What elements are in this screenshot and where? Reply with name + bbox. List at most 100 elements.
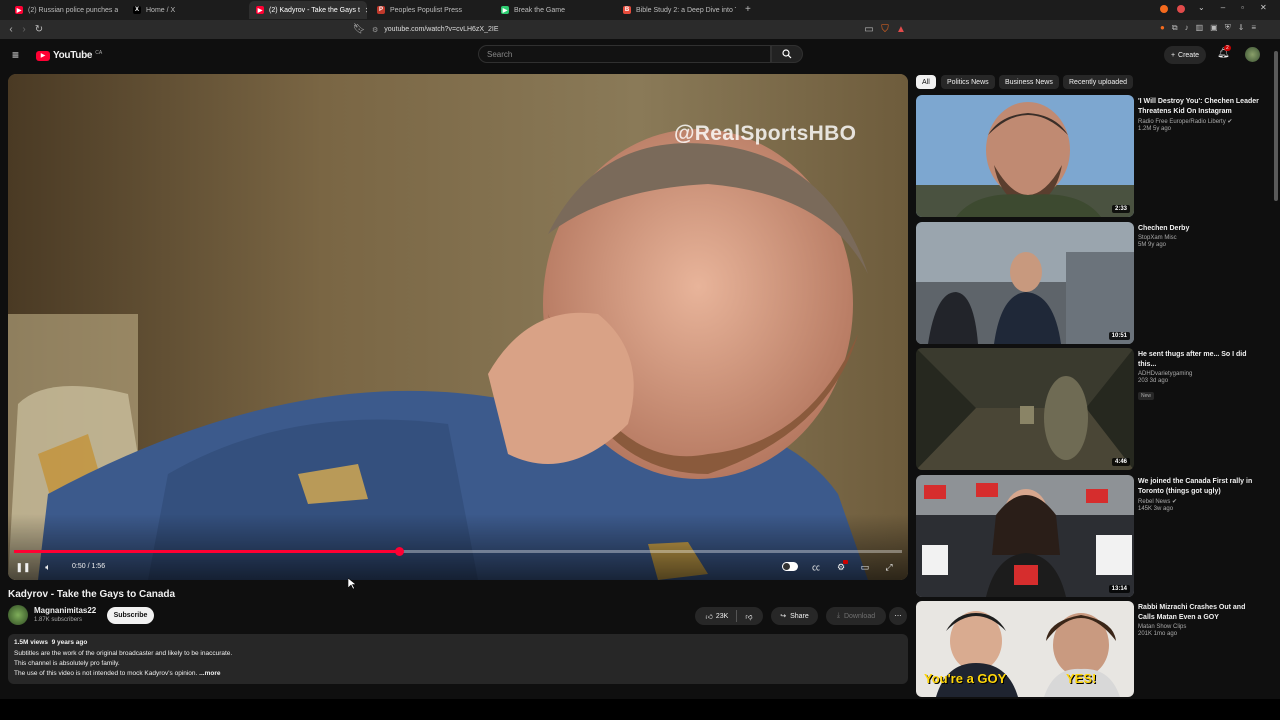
download-button[interactable]: ⤓ Download	[826, 607, 886, 625]
search-input[interactable]: Search	[478, 45, 771, 63]
vpn-icon[interactable]: ⛨	[1225, 23, 1231, 33]
wallet-icon[interactable]: ▣	[1210, 23, 1218, 33]
related-video-stats: 5M 9y ago	[1138, 242, 1167, 248]
close-window-icon[interactable]: ✕	[1260, 3, 1267, 12]
scrollbar-thumb[interactable]	[1274, 51, 1278, 201]
description-box[interactable]: 1.5M views 9 years ago Subtitles are the…	[8, 634, 908, 684]
search-button[interactable]	[771, 45, 803, 63]
notification-badge: 2	[1224, 45, 1231, 51]
tab-favicon-icon: ▶	[15, 6, 23, 14]
create-button[interactable]: + Create	[1164, 46, 1206, 64]
leo-icon[interactable]: ●	[1160, 23, 1165, 33]
more-actions-button[interactable]: ⋯	[889, 607, 907, 625]
progress-scrubber[interactable]	[394, 547, 404, 556]
brave-rewards-icon[interactable]	[1160, 5, 1168, 13]
browser-tab[interactable]: B Bible Study 2: a Deep Dive into T	[616, 1, 736, 19]
related-video-title[interactable]: Chechen Derby	[1138, 224, 1264, 234]
browser-tab[interactable]: P Peoples Populist Press	[370, 1, 482, 19]
page-scrollbar[interactable]	[1272, 39, 1280, 699]
subscribe-button[interactable]: Subscribe	[107, 607, 154, 624]
related-channel-name[interactable]: Matan Show Clips	[1138, 624, 1264, 630]
channel-name[interactable]: Magnanimitas22	[34, 606, 96, 615]
chip-business-news[interactable]: Business News	[999, 75, 1059, 89]
extensions-icon[interactable]: ⧉	[1172, 23, 1178, 33]
thumbnail-image	[916, 95, 1134, 217]
cast-icon[interactable]: ▭	[862, 22, 876, 36]
video-thumbnail[interactable]: 2:33	[916, 95, 1134, 217]
reload-icon[interactable]: ↻	[32, 22, 46, 36]
video-thumbnail[interactable]: 10:51	[916, 222, 1134, 344]
captions-icon: ㏄	[812, 562, 820, 572]
theater-mode-button[interactable]: ▭	[858, 560, 872, 574]
captions-button[interactable]: ㏄	[809, 560, 823, 574]
brave-rewards-triangle-icon[interactable]: ▲	[894, 22, 908, 36]
dropdown-icon[interactable]: ⌄	[1198, 3, 1205, 12]
share-icon: ↪	[780, 613, 787, 620]
related-video-stats: 201K 1mo ago	[1138, 631, 1178, 637]
video-thumbnail[interactable]: You're a GOY YES!	[916, 601, 1134, 697]
verified-icon: ✔	[1227, 119, 1233, 125]
music-icon[interactable]: ♪	[1185, 23, 1189, 33]
minimize-icon[interactable]: –	[1221, 3, 1225, 12]
chip-recently-uploaded[interactable]: Recently uploaded	[1063, 75, 1133, 89]
site-info-icon[interactable]: ⚙	[372, 26, 378, 34]
pause-button[interactable]: ❚❚	[15, 560, 30, 574]
related-video-card[interactable]: 4:46 He sent thugs after me... So I did …	[916, 348, 1266, 470]
brave-shield-icon[interactable]: ⛉	[878, 22, 892, 36]
youtube-logo[interactable]: ▶ YouTube CA	[36, 50, 102, 61]
menu-icon[interactable]: ≡	[1251, 23, 1256, 33]
video-thumbnail[interactable]: 4:46	[916, 348, 1134, 470]
hamburger-menu-icon[interactable]: ≡	[12, 48, 19, 62]
channel-avatar[interactable]	[8, 605, 28, 625]
chip-politics-news[interactable]: Politics News	[941, 75, 995, 89]
maximize-icon[interactable]: ▫	[1241, 3, 1244, 12]
thumbnail-image	[916, 348, 1134, 470]
download-browser-icon[interactable]: ⇓	[1238, 23, 1245, 33]
browser-tab[interactable]: ▶ (2) Russian police punches a guy in t	[8, 1, 118, 19]
region-code: CA	[95, 49, 103, 56]
sidebar-toggle-icon[interactable]: ▥	[1196, 23, 1204, 33]
description-line: This channel is absolutely pro family.	[14, 660, 120, 667]
back-icon[interactable]: ‹	[4, 22, 18, 36]
video-thumbnail[interactable]: 13:14	[916, 475, 1134, 597]
profile-icon[interactable]	[1177, 5, 1185, 13]
avatar[interactable]	[1245, 47, 1260, 62]
related-channel-name[interactable]: Rebel News	[1138, 499, 1170, 505]
video-player[interactable]: @RealSportsHBO ❚❚ 🔈︎ 0:50 / 1:56 ㏄ ⚙ ▭ ⤢	[8, 74, 908, 580]
related-video-title[interactable]: We joined the Canada First rally in Toro…	[1138, 477, 1264, 497]
progress-bar[interactable]	[14, 547, 902, 556]
notifications-button[interactable]: 🔔︎ 2	[1217, 45, 1231, 59]
share-label: Share	[790, 612, 809, 620]
address-bar[interactable]: ⚙ youtube.com/watch?v=cvLH6zX_2IE	[368, 22, 908, 37]
video-meta: 'I Will Destroy You': Chechen Leader Thr…	[1138, 97, 1264, 132]
related-video-title[interactable]: He sent thugs after me... So I did this.…	[1138, 350, 1264, 370]
settings-button[interactable]: ⚙	[834, 560, 848, 574]
share-button[interactable]: ↪ Share	[771, 607, 818, 625]
new-tab-icon[interactable]: +	[745, 4, 751, 15]
autoplay-toggle[interactable]	[782, 562, 798, 571]
browser-tab[interactable]: X Home / X	[126, 1, 236, 19]
browser-tab[interactable]: ▶ Break the Game	[494, 1, 602, 19]
related-video-card[interactable]: 2:33 'I Will Destroy You': Chechen Leade…	[916, 95, 1266, 217]
bookmark-icon[interactable]: 🔖︎	[352, 22, 366, 36]
browser-tab[interactable]: ▶ (2) Kadyrov - Take the Gays t ✕	[249, 1, 367, 19]
chip-all[interactable]: All	[916, 75, 936, 89]
related-channel-name[interactable]: Radio Free Europe/Radio Liberty	[1138, 119, 1226, 125]
related-channel-name[interactable]: ADHDvarietygaming	[1138, 371, 1264, 377]
related-video-title[interactable]: Rabbi Mizrachi Crashes Out and Calls Mat…	[1138, 603, 1264, 623]
browser-tab-strip: ▶ (2) Russian police punches a guy in t XH…	[0, 0, 1280, 20]
fullscreen-button[interactable]: ⤢	[882, 560, 896, 574]
related-video-title[interactable]: 'I Will Destroy You': Chechen Leader Thr…	[1138, 97, 1264, 117]
dislike-button[interactable]: 👎︎	[745, 612, 752, 621]
mouse-cursor-icon	[348, 578, 356, 590]
mute-button[interactable]: 🔈︎	[41, 560, 55, 574]
tab-close-icon[interactable]: ✕	[365, 6, 367, 15]
related-video-card[interactable]: 10:51 Chechen Derby StopXam Misc 5M 9y a…	[916, 222, 1266, 344]
forward-icon[interactable]: ›	[17, 22, 31, 36]
show-more-link[interactable]: ...more	[199, 670, 220, 677]
related-channel-name[interactable]: StopXam Misc	[1138, 235, 1264, 241]
related-video-card[interactable]: 13:14 We joined the Canada First rally i…	[916, 475, 1266, 597]
like-button[interactable]: 👍︎ 23K	[706, 612, 729, 621]
related-video-card[interactable]: You're a GOY YES! Rabbi Mizrachi Crashes…	[916, 601, 1266, 697]
thumbnail-image	[916, 222, 1134, 344]
